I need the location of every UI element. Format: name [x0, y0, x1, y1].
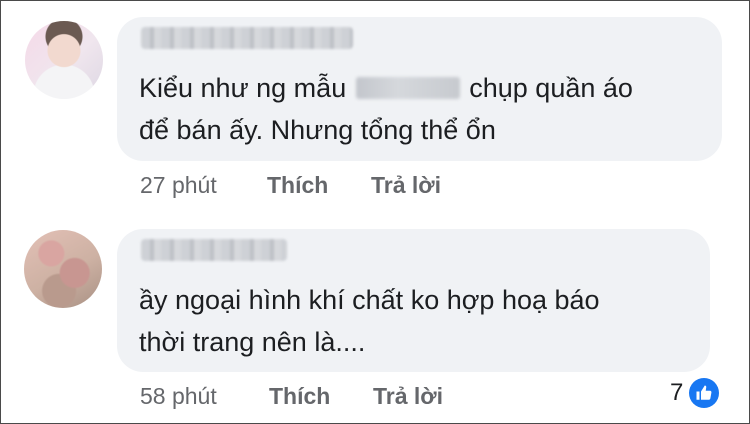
comment-bubble: Kiểu như ng mẫu chụp quần áo để bán ấy. … — [117, 17, 722, 161]
reply-link[interactable]: Trả lời — [371, 172, 441, 199]
comment-text-line: thời trang nên là.... — [139, 327, 366, 357]
comment-bubble: ầy ngoại hình khí chất ko hợp hoạ báo th… — [117, 229, 710, 372]
comment-text-line: để bán ấy. Nhưng tổng thể ổn — [139, 115, 496, 145]
comment-timestamp[interactable]: 58 phút — [140, 383, 217, 410]
comment-author-name[interactable] — [141, 27, 353, 49]
reply-link[interactable]: Trả lời — [373, 383, 443, 410]
reaction-count: 7 — [670, 379, 684, 406]
comment-text-before: Kiểu như ng mẫu — [139, 73, 347, 103]
comment-text-after: chụp quần áo — [469, 73, 633, 103]
like-icon — [689, 378, 720, 408]
comment-author-name[interactable] — [141, 239, 287, 261]
like-link[interactable]: Thích — [267, 172, 328, 199]
avatar[interactable] — [25, 21, 103, 99]
comment-text-line: ầy ngoại hình khí chất ko hợp hoạ báo — [139, 285, 600, 315]
redacted-text — [355, 77, 460, 99]
comment-timestamp[interactable]: 27 phút — [140, 172, 217, 199]
like-link[interactable]: Thích — [269, 383, 330, 410]
avatar[interactable] — [24, 230, 102, 308]
comment-text-line: Kiểu như ng mẫu chụp quần áo — [139, 67, 633, 109]
reaction-summary[interactable]: 7 — [670, 378, 720, 408]
